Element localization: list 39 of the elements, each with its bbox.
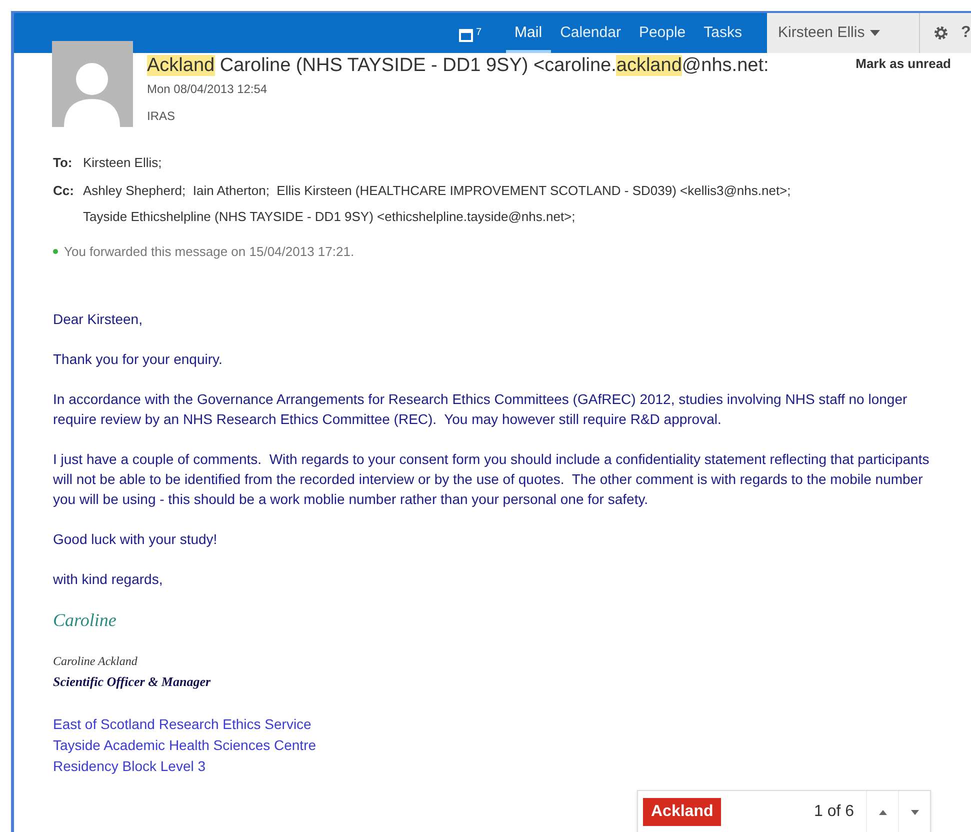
cc-recipients: Tayside Ethicshelpline (NHS TAYSIDE - DD1 9SY) <ethicshelpline.tayside@nhs.net>; — [83, 208, 576, 226]
help-button[interactable]: ? — [961, 13, 971, 53]
to-label: To: — [53, 154, 74, 172]
nav-tab[interactable]: People — [630, 13, 695, 53]
up-arrow-icon — [878, 810, 886, 814]
down-arrow-icon — [910, 810, 918, 814]
nav-tab[interactable]: Tasks — [694, 13, 751, 53]
forwarded-notice: You forwarded this message on 15/04/2013 17:21. — [64, 242, 354, 261]
body-paragraph: In accordance with the Governance Arrangements for Research Ethics Committees (GAfREC) 2012, studies involving NHS staff no longer require review by an NHS Research Ethics Committee (REC). You may however still require R&D approval. — [53, 390, 908, 429]
body-paragraph: I just have a couple of comments. With regards to your consent form you should include a confidentiality statement reflecting that participants will not be able to be identified from the recorded interview or by the use of quotes. The other comment is with regards to the mobile number you will be using - this should be a work moblie number rather than your personal one for safety. — [53, 450, 930, 509]
calendar-count: 7 — [476, 26, 482, 40]
avatar-icon — [52, 41, 133, 127]
subject-text: IRAS — [147, 108, 176, 125]
date-text: Mon 08/04/2013 12:54 — [147, 81, 268, 98]
signature-name: Caroline Ackland — [53, 653, 138, 670]
settings-button[interactable] — [919, 13, 961, 53]
nav-tab[interactable]: Calendar — [551, 13, 630, 53]
nav-tab[interactable]: Mail — [506, 13, 552, 53]
address-line: East of Scotland Research Ethics Service — [53, 714, 312, 734]
settings-icon — [932, 25, 948, 41]
body-paragraph: with kind regards, — [53, 570, 164, 589]
sender-line: Ackland Caroline (NHS TAYSIDE - DD1 9SY) <caroline.ackland@nhs.net: — [147, 54, 769, 78]
signature-text: Caroline — [53, 609, 118, 632]
recipient-text: Kirsteen Ellis; — [83, 154, 162, 172]
cc-recipients: Ashley Shepherd; Iain Atherton; Ellis Kirsteen (HEALTHCARE IMPROVEMENT SCOTLAND - SD039) <kellis3@nhs.net>; — [83, 182, 791, 200]
body-paragraph: Thank you for your enquiry. — [53, 350, 224, 369]
match-count: 1 of 6 — [814, 802, 854, 822]
address-line: Residency Block Level 3 — [53, 756, 207, 776]
search-term-badge: Ackland — [643, 798, 722, 826]
calendar-button[interactable]: 7 — [458, 24, 482, 42]
body-paragraph: Dear Kirsteen, — [53, 310, 144, 329]
user-menu[interactable]: Kirsteen Ellis — [767, 13, 919, 53]
mark-unread-link[interactable]: Mark as unread — [856, 54, 951, 74]
address-line: Tayside Academic Health Sciences Centre — [53, 736, 318, 755]
calendar-icon — [458, 28, 473, 42]
signature-title: Scientific Officer & Manager — [53, 673, 212, 691]
caret-icon — [870, 30, 880, 36]
cc-label: Cc: — [53, 182, 75, 200]
body-paragraph: Good luck with your study! — [53, 530, 218, 549]
